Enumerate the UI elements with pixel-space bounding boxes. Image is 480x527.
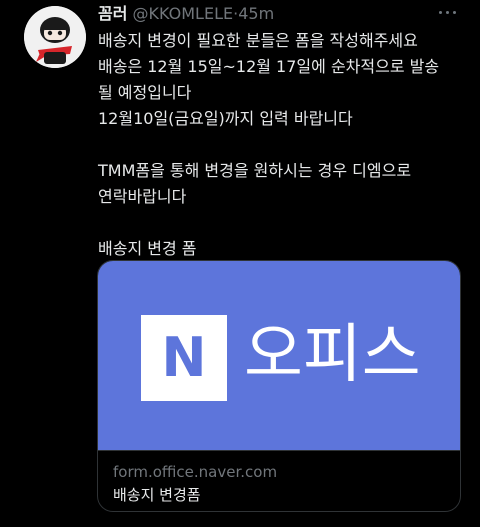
tweet-timestamp[interactable]: 45m — [238, 4, 274, 23]
tweet-header: 꼼러 @KKOMLELE·45m — [98, 3, 274, 25]
card-brand-text: 오피스 — [244, 318, 421, 392]
card-title: 배송지 변경폼 — [113, 486, 201, 504]
tweet-line: 배송지 변경 폼 — [98, 239, 197, 258]
tweet-text: 배송지 변경이 필요한 분들은 폼을 작성해주세요 배송은 12월 15일~12… — [98, 28, 470, 262]
tweet-line-blank — [98, 132, 470, 158]
tweet-line: 될 예정입니다 — [98, 83, 192, 102]
avatar-illustration — [24, 6, 86, 68]
naver-logo-icon: N — [141, 315, 227, 401]
link-preview-card[interactable]: N 오피스 form.office.naver.com 배송지 변경폼 — [97, 260, 461, 512]
naver-logo-letter: N — [161, 326, 207, 389]
tweet-line-blank — [98, 210, 470, 236]
tweet-line: 배송은 12월 15일~12월 17일에 순차적으로 발송 — [98, 57, 440, 76]
display-name[interactable]: 꼼러 — [98, 4, 127, 23]
card-divider — [98, 450, 460, 451]
avatar[interactable] — [24, 6, 86, 68]
more-options-icon[interactable] — [434, 2, 460, 22]
tweet-line: TMM폼을 통해 변경을 원하시는 경우 디엠으로 — [98, 161, 412, 180]
card-image[interactable]: N 오피스 — [98, 261, 460, 450]
user-handle[interactable]: @KKOMLELE — [133, 4, 234, 23]
tweet-line: 배송지 변경이 필요한 분들은 폼을 작성해주세요 — [98, 31, 418, 50]
card-domain: form.office.naver.com — [113, 463, 278, 481]
tweet-line: 연락바랍니다 — [98, 187, 187, 206]
tweet-line: 12월10일(금요일)까지 입력 바랍니다 — [98, 109, 353, 128]
